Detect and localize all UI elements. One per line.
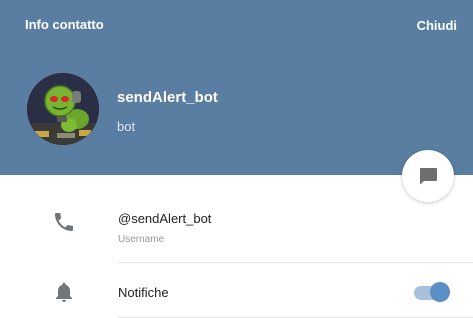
- robot-avatar-icon: [27, 73, 99, 145]
- phone-icon: [55, 213, 73, 231]
- chat-bubble-icon: [420, 168, 437, 185]
- bell-icon: [56, 282, 72, 302]
- contact-status: bot: [117, 119, 136, 134]
- contact-name: sendAlert_bot: [117, 89, 218, 106]
- contact-info-header: Info contatto Chiudi sendAlert_bot bot: [0, 0, 473, 175]
- panel-title: Info contatto: [25, 17, 104, 32]
- send-message-button[interactable]: [402, 150, 454, 202]
- close-button[interactable]: Chiudi: [417, 18, 457, 33]
- toggle-knob: [430, 282, 450, 302]
- notifications-label: Notifiche: [118, 285, 169, 300]
- divider: [118, 262, 473, 263]
- username-label: Username: [118, 234, 165, 245]
- username-value[interactable]: @sendAlert_bot: [118, 211, 211, 226]
- notifications-toggle[interactable]: [414, 282, 450, 302]
- avatar: [27, 73, 99, 145]
